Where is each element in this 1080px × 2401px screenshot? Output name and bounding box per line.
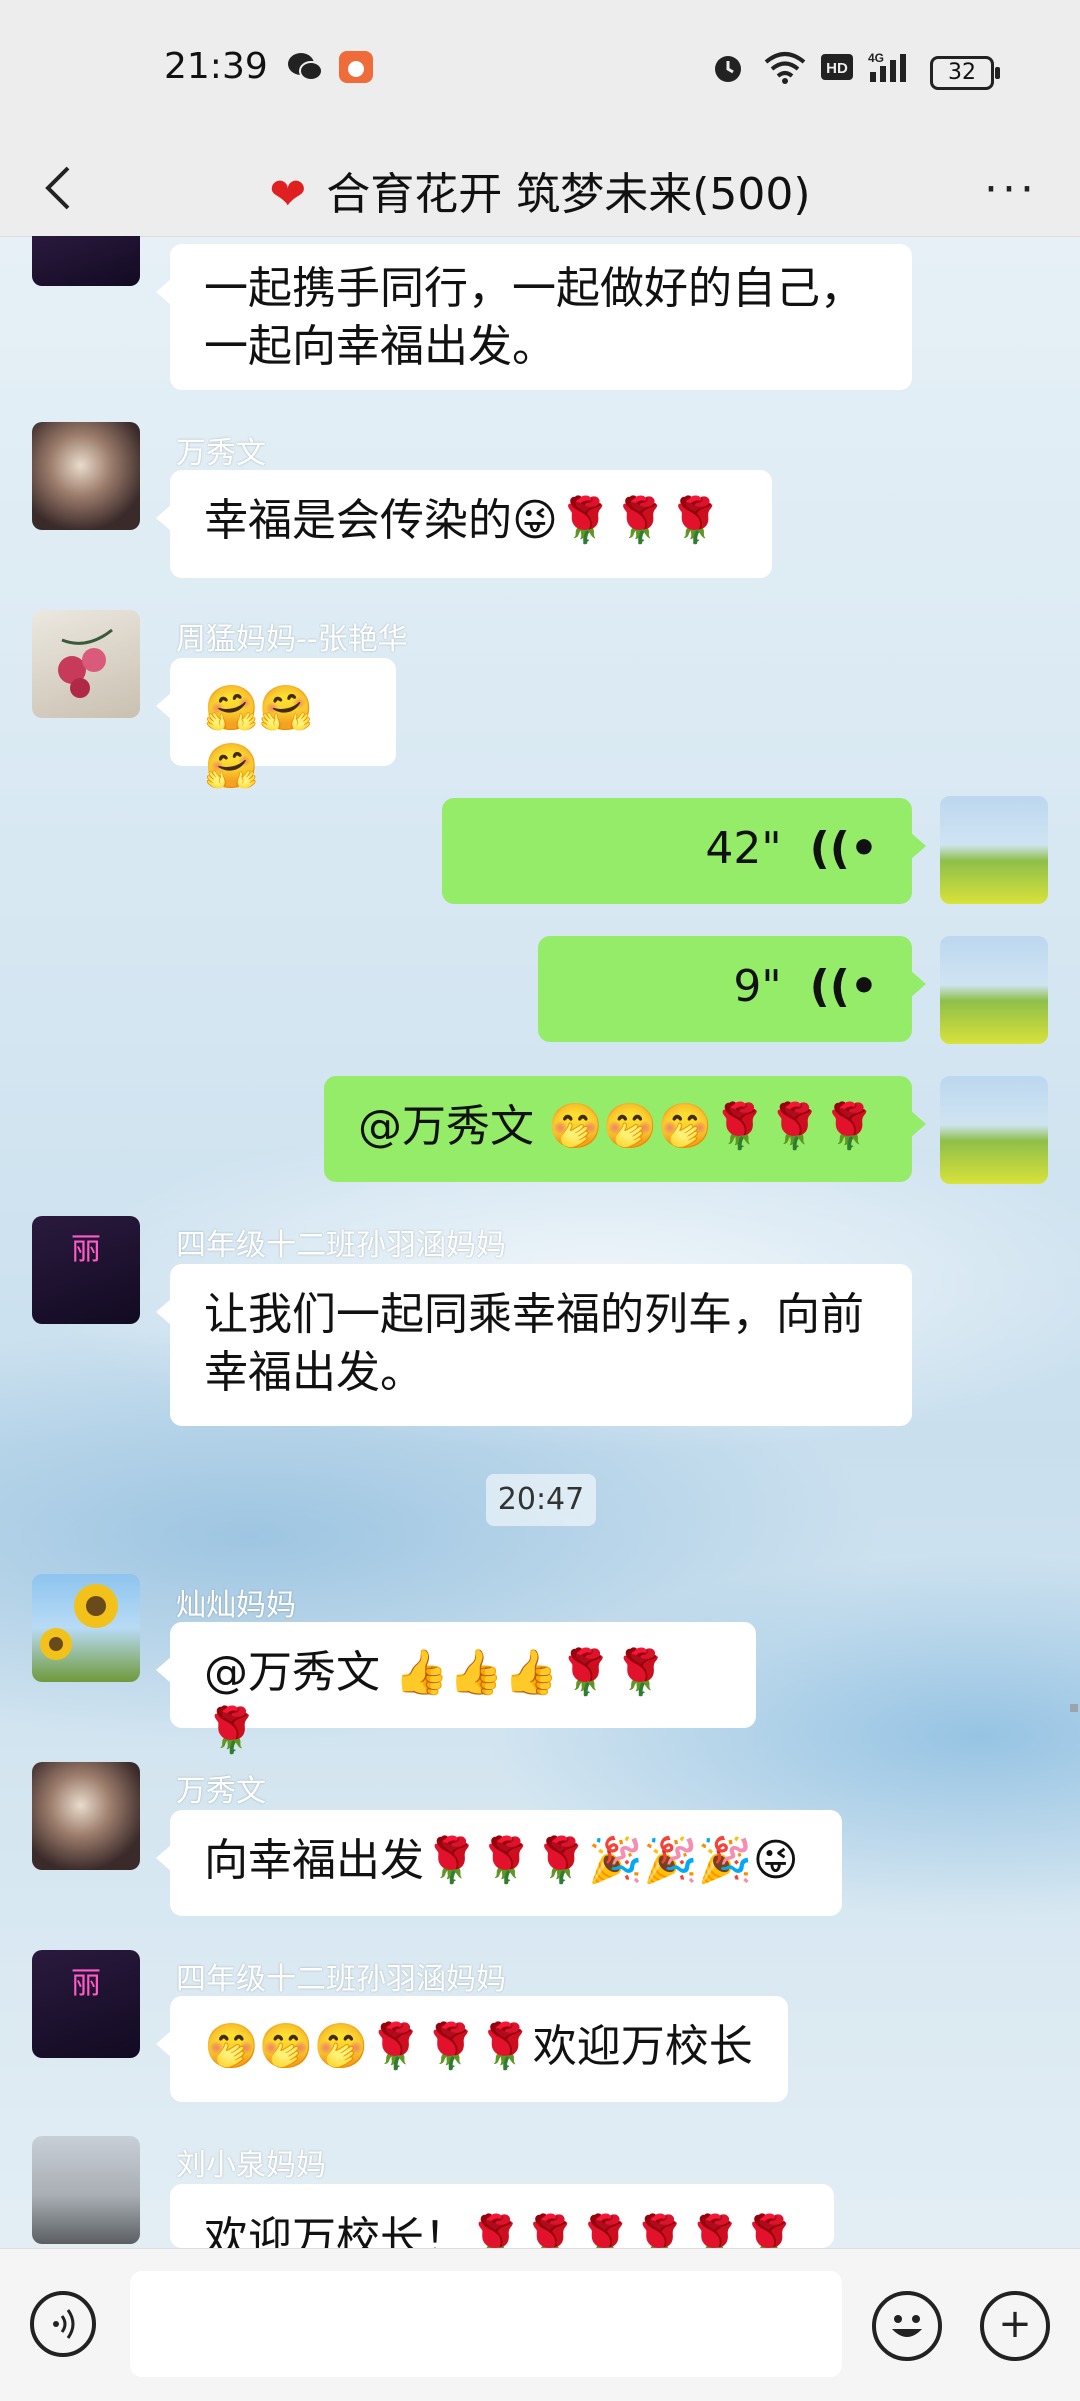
voice-duration: 42" [705,823,782,874]
message-bubble[interactable]: 幸福是会传染的😜🌹🌹🌹 [156,470,772,578]
scrollbar[interactable] [1070,1704,1078,1712]
my-avatar[interactable] [940,1076,1048,1184]
avatar-neon-text: 丽 [71,1966,101,2001]
plus-icon[interactable]: + [980,2291,1050,2361]
avatar[interactable]: 丽 [32,1950,140,2058]
message-text: 让我们一起同乘幸福的列车，向前 幸福出发。 [204,1289,864,1398]
my-avatar[interactable] [940,796,1048,904]
message-timestamp: 20:47 [486,1474,596,1526]
message-text: 一起携手同行，一起做好的自己， 一起向幸福出发。 [204,263,864,372]
voice-input-icon[interactable] [30,2291,96,2357]
chat-header: ❤ 合育花开 筑梦未来(500) ··· [0,140,1080,237]
voice-wave-icon: ((• [809,823,878,874]
avatar-neon-text: 丽 [71,1232,101,1267]
avatar[interactable]: 丽 [32,1216,140,1324]
sunflower-icon [40,1584,118,1660]
message-text: @万秀文 🤭🤭🤭🌹🌹🌹 [358,1101,877,1152]
emoji-icon[interactable] [872,2291,942,2361]
sender-name: 四年级十二班孙羽涵妈妈 [176,1228,506,1263]
message-text: 幸福是会传染的😜🌹🌹🌹 [204,495,723,546]
message-bubble[interactable]: @万秀文 🤭🤭🤭🌹🌹🌹 [324,1076,926,1182]
wechat-icon [288,53,323,81]
hd-icon: HD [821,54,853,80]
message-input[interactable] [130,2271,842,2377]
input-bar: + [0,2248,1080,2401]
voice-duration: 9" [733,961,782,1012]
message-bubble[interactable]: 欢迎万校长！🌹🌹🌹🌹🌹🌹 [170,2184,834,2248]
battery-indicator: 32 [930,56,1000,90]
voice-message-bubble[interactable]: 42" ((• [442,798,926,904]
message-bubble[interactable]: @万秀文 👍👍👍🌹🌹🌹 [156,1622,756,1756]
group-name: 合育花开 筑梦未来(500) [326,169,811,220]
svg-text:4G: 4G [868,51,884,65]
sender-name: 刘小泉妈妈 [176,2148,326,2183]
avatar[interactable] [32,610,140,718]
voice-input-glyph [53,2309,75,2339]
message-text: 欢迎万校长！🌹🌹🌹🌹🌹🌹 [204,2213,797,2248]
sender-name: 灿灿妈妈 [176,1588,296,1623]
wifi-icon [764,52,806,84]
svg-text:HD: HD [826,60,848,77]
voice-wave-icon: ((• [809,961,878,1012]
message-text: 🤭🤭🤭🌹🌹🌹欢迎万校长 [204,2021,753,2072]
message-bubble[interactable]: 🤗🤗🤗 [156,658,396,792]
status-time: 21:39 [164,46,268,87]
sender-name: 四年级十二班孙羽涵妈妈 [176,1962,506,1997]
message-bubble[interactable]: 向幸福出发🌹🌹🌹🎉🎉🎉😜 [156,1810,842,1916]
signal-4g-icon: 4G [868,51,906,82]
flower-painting-icon [58,628,113,698]
avatar[interactable] [32,422,140,530]
app-notification-icon [339,51,373,83]
sender-name: 万秀文 [176,1774,266,1809]
avatar[interactable] [32,236,140,286]
alarm-icon [715,56,741,82]
voice-message-bubble[interactable]: 9" ((• [538,936,926,1042]
avatar[interactable] [32,1574,140,1682]
message-bubble[interactable]: 🤭🤭🤭🌹🌹🌹欢迎万校长 [156,1996,788,2102]
status-bar: 21:39 HD 4G 32 [0,0,1080,140]
avatar[interactable] [32,1762,140,1870]
sender-name: 周猛妈妈--张艳华 [176,622,408,657]
smiley-glyph [892,2315,922,2337]
message-bubble[interactable]: 一起携手同行，一起做好的自己， 一起向幸福出发。 [156,244,912,390]
message-text: 向幸福出发🌹🌹🌹🎉🎉🎉😜 [204,1835,799,1886]
avatar[interactable] [32,2136,140,2244]
more-options-button[interactable]: ··· [984,164,1038,215]
heart-icon: ❤ [269,169,307,220]
chat-title: ❤ 合育花开 筑梦未来(500) [0,158,1080,222]
message-bubble[interactable]: 让我们一起同乘幸福的列车，向前 幸福出发。 [156,1264,912,1426]
sender-name: 万秀文 [176,436,266,471]
my-avatar[interactable] [940,936,1048,1044]
